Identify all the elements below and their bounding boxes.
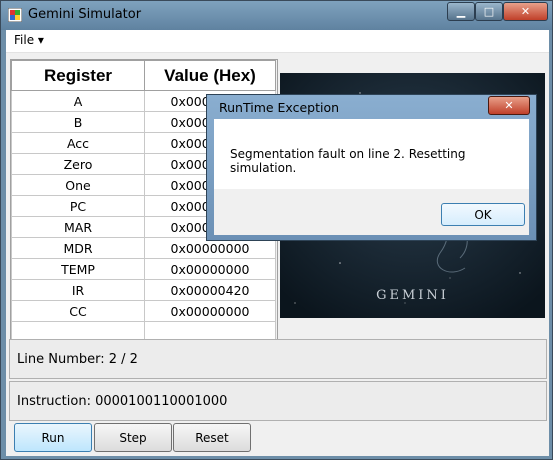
register-name-cell[interactable]: MAR [11,216,145,238]
register-name-cell[interactable]: B [11,111,145,133]
ok-button[interactable]: OK [441,203,525,226]
minimize-button[interactable]: ▁ [447,2,475,21]
instruction-label: Instruction: 0000100110001000 [17,394,228,409]
dialog-title: RunTime Exception [219,100,340,115]
header-register[interactable]: Register [11,60,145,91]
instruction-panel: Instruction: 0000100110001000 [9,381,547,421]
image-caption: GEMINI [376,288,449,303]
register-name-cell[interactable]: Zero [11,153,145,175]
line-number-panel: Line Number: 2 / 2 [9,339,547,379]
register-value-cell[interactable]: 0x00000000 [144,258,276,280]
run-button[interactable]: Run [14,423,92,452]
register-name-cell[interactable]: IR [11,279,145,301]
line-number-label: Line Number: 2 / 2 [17,352,138,367]
main-window: Gemini Simulator ▁ □ ✕ File ▾ Register V… [0,0,553,460]
close-icon: ✕ [504,99,514,112]
register-name-cell[interactable]: One [11,174,145,196]
close-icon: ✕ [520,5,531,18]
dialog-close-button[interactable]: ✕ [488,96,530,115]
register-name-cell[interactable]: PC [11,195,145,217]
register-name-cell[interactable]: A [11,90,145,112]
table-row[interactable]: CC 0x00000000 [11,300,276,322]
window-title: Gemini Simulator [28,7,142,22]
maximize-icon: □ [483,5,495,18]
menu-bar: File ▾ [6,30,549,53]
reset-button[interactable]: Reset [173,423,251,452]
register-name-cell[interactable]: TEMP [11,258,145,280]
header-value[interactable]: Value (Hex) [144,60,276,91]
register-value-cell[interactable]: 0x00000420 [144,279,276,301]
dialog-footer: OK [214,189,529,235]
dialog-message: Segmentation fault on line 2. Resetting … [230,147,466,175]
app-icon [8,8,22,22]
register-name-cell[interactable]: Acc [11,132,145,154]
register-name-cell[interactable]: CC [11,300,145,322]
table-row[interactable]: IR 0x00000420 [11,279,276,301]
dialog-body: Segmentation fault on line 2. Resetting … [214,119,529,189]
title-bar[interactable]: Gemini Simulator ▁ □ ✕ [1,1,552,30]
register-name-cell[interactable]: MDR [11,237,145,259]
table-row[interactable]: TEMP 0x00000000 [11,258,276,280]
register-value-cell[interactable]: 0x00000000 [144,300,276,322]
maximize-button[interactable]: □ [475,2,503,21]
minimize-icon: ▁ [456,5,466,18]
runtime-exception-dialog: RunTime Exception ✕ Segmentation fault o… [206,94,537,241]
step-button[interactable]: Step [94,423,172,452]
table-header-row: Register Value (Hex) [11,60,276,91]
menu-file[interactable]: File ▾ [14,33,44,47]
close-button[interactable]: ✕ [503,2,548,21]
